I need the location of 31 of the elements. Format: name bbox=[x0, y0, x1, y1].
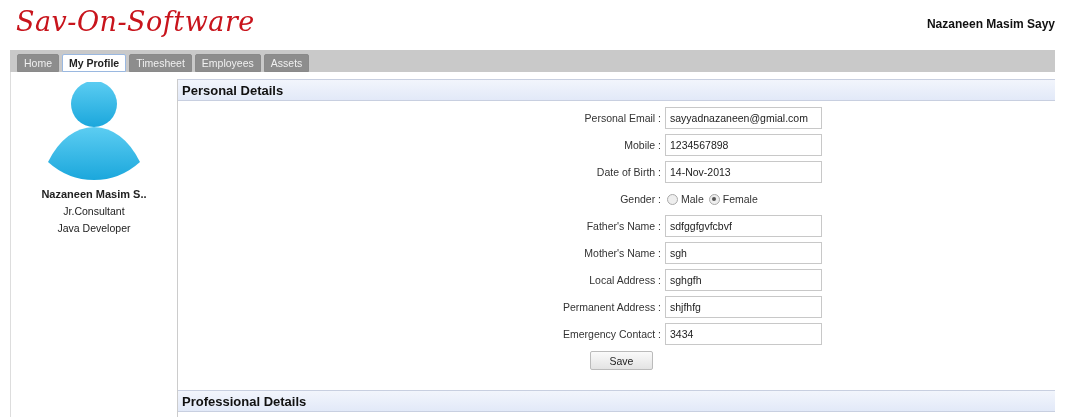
radio-label: Male bbox=[681, 193, 704, 205]
field-label: Permanent Address : bbox=[561, 301, 662, 313]
profile-designation: Jr.Consultant bbox=[63, 205, 125, 217]
input-field[interactable]: 1234567898 bbox=[665, 134, 822, 156]
input-field[interactable]: sghgfh bbox=[665, 269, 822, 291]
input-field[interactable]: sayyadnazaneen@gmial.com bbox=[665, 107, 822, 129]
radio-label: Female bbox=[722, 193, 758, 205]
field-label: Mother's Name : bbox=[583, 247, 662, 259]
section-header: Professional Details bbox=[178, 390, 1055, 412]
field-label: Date of Birth : bbox=[595, 166, 662, 178]
save-button[interactable]: Save bbox=[590, 351, 653, 370]
nav-tab[interactable]: My Profile bbox=[62, 54, 127, 72]
radio-button[interactable] bbox=[708, 193, 720, 205]
field-label: Emergency Contact : bbox=[561, 328, 662, 340]
field-label: Gender : bbox=[619, 193, 662, 205]
field-label: Personal Email : bbox=[583, 112, 662, 124]
radio-button[interactable] bbox=[667, 193, 678, 205]
logo: Sav-On-Software bbox=[16, 6, 255, 37]
profile-name: Nazaneen Masim S.. bbox=[41, 188, 147, 200]
input-field[interactable]: 3434 bbox=[665, 323, 822, 345]
input-field[interactable]: shjfhfg bbox=[665, 296, 822, 318]
input-field[interactable]: sdfggfgvfcbvf bbox=[665, 215, 822, 237]
avatar-icon bbox=[45, 82, 143, 180]
profile-role: Java Developer bbox=[57, 222, 131, 234]
field-label: Local Address : bbox=[588, 274, 662, 286]
section-header: Personal Details bbox=[178, 79, 1055, 101]
input-field[interactable]: 14-Nov-2013 bbox=[665, 161, 822, 183]
user-name: Nazaneen Masim Sayy bbox=[926, 17, 1055, 31]
input-field[interactable]: sgh bbox=[665, 242, 822, 264]
field-label: Father's Name : bbox=[585, 220, 662, 232]
field-label: Mobile : bbox=[623, 139, 662, 151]
